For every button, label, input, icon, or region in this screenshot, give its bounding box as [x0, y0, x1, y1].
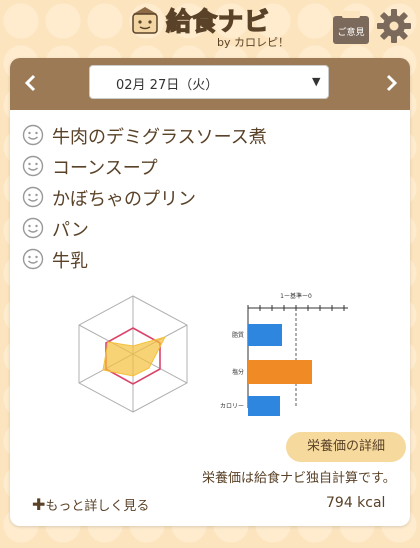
logo-subtitle: by カロレピ！	[217, 36, 289, 49]
see-more-label: もっと詳しく見る	[45, 499, 150, 514]
mailbox-slot	[342, 11, 360, 18]
nutrition-detail-button[interactable]: 栄養価の詳細	[286, 432, 406, 462]
nutrition-note: 栄養価は給食ナビ独自計算です。	[202, 471, 396, 486]
menu-item-label: 牛乳	[52, 251, 88, 272]
bar-label-fat: 脂質	[232, 331, 244, 339]
menu-card: 02月 27日（火） ▼ 牛肉のデミグラスソース煮 コーンスープ かぼちゃのプリ…	[10, 58, 410, 526]
nutrition-radar-chart	[78, 295, 188, 413]
opinion-label: ご意見	[337, 28, 365, 38]
chevron-right-icon	[386, 74, 398, 92]
menu-item-label: 牛肉のデミグラスソース煮	[52, 127, 267, 148]
menu-item-label: パン	[52, 220, 89, 241]
smiley-icon	[22, 217, 44, 239]
date-bar: 02月 27日（火） ▼	[10, 58, 410, 110]
bar-fat	[248, 324, 282, 346]
smiley-icon	[22, 186, 44, 208]
radar-values	[102, 336, 166, 377]
calorie-total: 794 kcal	[326, 495, 386, 511]
bar-chart-title: 1ー基準ー0	[280, 292, 312, 300]
smiley-icon	[22, 124, 44, 146]
bar-label-calorie: カロリー	[220, 403, 244, 410]
chevron-left-icon	[24, 74, 36, 92]
prev-day-button[interactable]	[16, 68, 46, 98]
bar-salt	[248, 360, 312, 384]
gear-icon[interactable]	[375, 7, 413, 45]
menu-item-label: かぼちゃのプリン	[52, 189, 196, 210]
plus-icon: ✚	[32, 495, 46, 514]
bar-label-salt: 塩分	[232, 368, 244, 376]
date-value: 02月 27日（火）	[116, 78, 219, 93]
smiley-icon	[22, 155, 44, 177]
logo-icon	[132, 7, 158, 34]
logo-text: 給食ナビ	[165, 6, 271, 36]
app-header: 給食ナビ by カロレピ！ ご意見	[0, 0, 420, 56]
menu-item-label: コーンスープ	[52, 158, 158, 179]
nutrition-bar-chart: 1ー基準ー0 脂質 塩分 カロリー	[220, 292, 348, 416]
date-select[interactable]: 02月 27日（火） ▼	[89, 65, 329, 99]
opinion-button[interactable]: ご意見	[333, 8, 373, 46]
bar-calorie	[248, 396, 280, 416]
see-more-link[interactable]: ✚もっと詳しく見る	[32, 495, 149, 514]
caret-down-icon: ▼	[312, 75, 321, 88]
next-day-button[interactable]	[376, 68, 406, 98]
smiley-icon	[22, 248, 44, 270]
